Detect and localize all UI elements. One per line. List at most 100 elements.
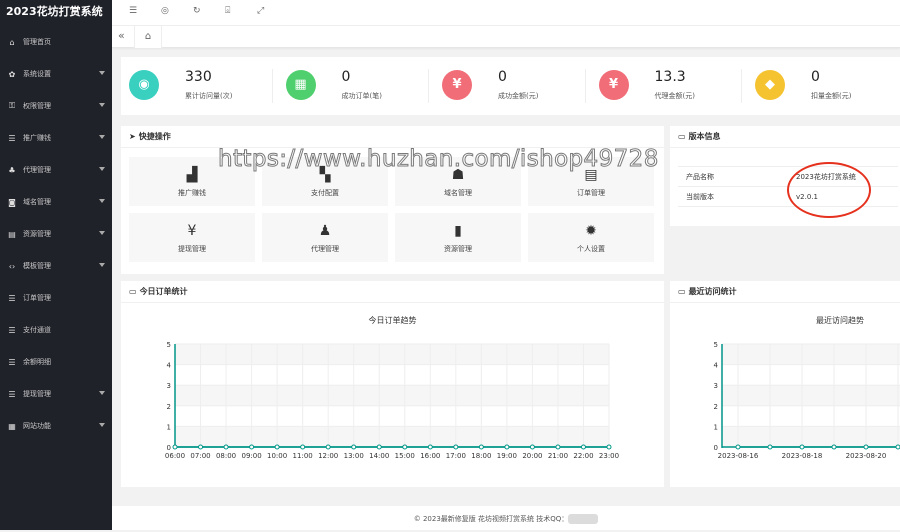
sidebar-item-label: 推广赚钱 <box>23 134 51 142</box>
list-icon: ☰ <box>8 357 16 367</box>
version-key: 产品名称 <box>678 166 788 187</box>
quick-op-label: 订单管理 <box>577 189 605 197</box>
quick-op-label: 推广赚钱 <box>178 189 206 197</box>
x-tick-label: 19:00 <box>497 452 517 460</box>
app-title: 2023花坊打赏系统 <box>6 5 103 18</box>
x-tick-label: 18:00 <box>471 452 491 460</box>
sidebar-item-label: 资源管理 <box>23 230 51 238</box>
quick-op-button[interactable]: ♟ 代理管理 <box>262 213 388 262</box>
y-tick-label: 1 <box>167 423 171 431</box>
caret-down-icon <box>99 423 105 427</box>
x-tick-label: 10:00 <box>267 452 287 460</box>
x-tick-label: 22:00 <box>573 452 593 460</box>
sidebar-item[interactable]: ☰ 订单管理 <box>0 282 112 314</box>
home-icon: ⌂ <box>9 37 15 47</box>
caret-down-icon <box>99 135 105 139</box>
sidebar-item[interactable]: ✿ 系统设置 <box>0 58 112 90</box>
sidebar-item[interactable]: ⚿ 权限管理 <box>0 90 112 122</box>
data-point <box>249 444 255 450</box>
double-chevron-left-icon[interactable]: « <box>118 29 125 42</box>
x-tick-label: 12:00 <box>318 452 338 460</box>
target-icon[interactable]: ◎ <box>161 6 169 16</box>
y-tick-label: 1 <box>714 423 718 431</box>
sidebar: 2023花坊打赏系统 ⌂ 管理首页 ✿ 系统设置 ⚿ 权限管理 ☰ 推广赚钱 ♣ 代理管理 ◙ 域名管… <box>0 0 112 530</box>
grid-band <box>175 426 609 447</box>
sidebar-item[interactable]: ☰ 余额明细 <box>0 346 112 378</box>
yen-icon: ¥ <box>598 70 629 100</box>
quick-op-button[interactable]: ✹ 个人设置 <box>528 213 654 262</box>
quick-op-label: 支付配置 <box>311 189 339 197</box>
top-toolbar: ☰ ◎ ↻ ⌻ ⤢ <box>112 0 900 26</box>
y-tick-label: 4 <box>167 362 172 370</box>
gear-icon: ✿ <box>8 69 16 79</box>
sidebar-item[interactable]: ◙ 域名管理 <box>0 186 112 218</box>
sidebar-item[interactable]: ▦ 网站功能 <box>0 410 112 442</box>
quick-op-label: 提现管理 <box>178 245 206 253</box>
x-tick-label: 2023-08-16 <box>718 452 759 460</box>
sidebar-item[interactable]: ☰ 提现管理 <box>0 378 112 410</box>
data-point <box>376 444 382 450</box>
user-tie-icon: ♟ <box>318 223 332 239</box>
stat-label: 成功订单(笔) <box>341 92 382 100</box>
data-point <box>300 444 306 450</box>
y-tick-label: 0 <box>714 444 718 452</box>
tab-home[interactable]: ⌂ <box>134 26 162 48</box>
x-tick-label: 21:00 <box>548 452 568 460</box>
x-tick-label: 17:00 <box>446 452 466 460</box>
footer: © 2023最新修复版 花坊视频打赏系统 技术QQ： <box>112 506 900 530</box>
x-tick-label: 07:00 <box>190 452 210 460</box>
y-tick-label: 5 <box>714 341 718 349</box>
sidebar-item[interactable]: ‹› 模板管理 <box>0 250 112 282</box>
y-tick-label: 0 <box>167 444 171 452</box>
divider <box>584 69 586 103</box>
data-point <box>831 444 837 450</box>
monitor-icon: ▭ <box>678 287 686 296</box>
quick-ops-title: 快捷操作 <box>138 132 171 141</box>
y-tick-label: 5 <box>167 341 171 349</box>
stat-value: 13.3 <box>654 69 686 85</box>
sidebar-item[interactable]: ▤ 资源管理 <box>0 218 112 250</box>
sidebar-item-label: 支付通道 <box>23 326 51 334</box>
sidebar-item[interactable]: ⌂ 管理首页 <box>0 26 112 58</box>
version-title: 版本信息 <box>688 132 721 141</box>
lock-icon: ⚿ <box>8 101 16 110</box>
recent-visits-header: ▭ 最近访问统计 <box>670 281 900 303</box>
stat-value: 0 <box>811 69 820 85</box>
x-tick-label: 20:00 <box>522 452 542 460</box>
data-point <box>402 444 408 450</box>
stat-value: 0 <box>498 69 507 85</box>
gear-icon: ✹ <box>585 223 597 239</box>
sidebar-item[interactable]: ☰ 推广赚钱 <box>0 122 112 154</box>
grid-band <box>722 426 900 447</box>
sidebar-item[interactable]: ♣ 代理管理 <box>0 154 112 186</box>
data-point <box>274 444 280 450</box>
data-point <box>529 444 535 450</box>
data-point <box>325 444 331 450</box>
note-icon[interactable]: ⌻ <box>225 6 230 16</box>
caret-down-icon <box>99 391 105 395</box>
home-icon: ⌂ <box>144 31 152 42</box>
version-card: ▭ 版本信息 产品名称 2023花坊打赏系统 当前版本 v2.0.1 <box>670 126 900 226</box>
stat-card: ¥0 成功金额(元) <box>434 57 584 115</box>
data-point <box>799 444 805 450</box>
refresh-icon[interactable]: ↻ <box>193 6 201 16</box>
sidebar-item-label: 权限管理 <box>23 102 51 110</box>
sidebar-item[interactable]: ☰ 支付通道 <box>0 314 112 346</box>
stats-row: ◉ 330 累计访问量(次) ▦ 0 成功订单(笔) ¥0 成功金额(元) ¥13.3 代理金额(… <box>121 57 900 115</box>
data-point <box>504 444 510 450</box>
fullscreen-icon[interactable]: ⤢ <box>257 6 264 16</box>
y-tick-label: 4 <box>714 362 719 370</box>
recent-visits-chart: 0 1 2 3 4 5 2023-08-16 2023-08-18 2023-08-20 <box>714 341 900 460</box>
x-tick-label: 06:00 <box>165 452 185 460</box>
data-point <box>478 444 484 450</box>
data-point <box>555 444 561 450</box>
quick-op-button[interactable]: ¥ 提现管理 <box>129 213 255 262</box>
quick-op-button[interactable]: ▮ 资源管理 <box>395 213 521 262</box>
menu-toggle-icon[interactable]: ☰ <box>129 6 137 16</box>
footer-text: © 2023最新修复版 花坊视频打赏系统 技术QQ： <box>413 515 569 523</box>
x-tick-label: 08:00 <box>216 452 236 460</box>
sidebar-item-label: 管理首页 <box>23 38 51 46</box>
recent-visits-title: 最近访问统计 <box>688 287 737 296</box>
today-orders-card: ▭ 今日订单统计 今日订单趋势 0 1 2 3 4 5 06:00 07:00 08:00 09:0… <box>121 281 664 487</box>
yen-icon: ¥ <box>442 70 472 100</box>
